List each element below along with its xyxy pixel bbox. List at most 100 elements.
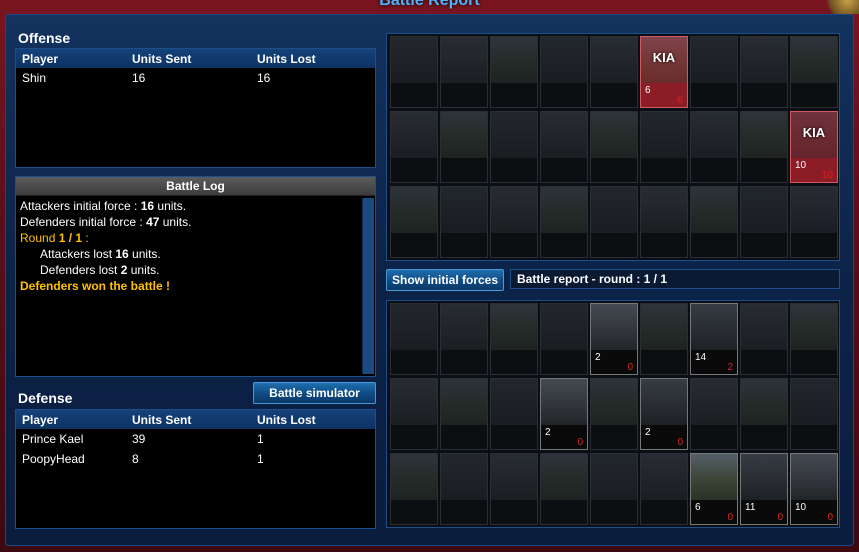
- attacker-unit-cell[interactable]: [540, 186, 588, 258]
- unit-footer: [491, 350, 537, 374]
- attacker-unit-cell[interactable]: [690, 36, 738, 108]
- defender-unit-cell[interactable]: [790, 303, 838, 375]
- attacker-unit-cell[interactable]: KIA 10 10: [790, 111, 838, 183]
- defender-unit-cell[interactable]: [490, 453, 538, 525]
- log-result-line: Defenders won the battle !: [20, 279, 171, 293]
- col-units-sent-header: Units Sent: [132, 412, 192, 427]
- defender-unit-cell[interactable]: [790, 378, 838, 450]
- unit-image: [591, 304, 637, 351]
- battle-simulator-button[interactable]: Battle simulator: [253, 382, 376, 404]
- attacker-unit-cell[interactable]: [640, 111, 688, 183]
- unit-footer: [391, 500, 437, 524]
- table-row[interactable]: Prince Kael 39 1: [16, 429, 375, 449]
- attacker-unit-cell[interactable]: [790, 186, 838, 258]
- attacker-unit-cell[interactable]: KIA 6 6: [640, 36, 688, 108]
- defender-unit-cell[interactable]: [390, 453, 438, 525]
- defender-unit-cell[interactable]: [440, 378, 488, 450]
- attacker-unit-grid: KIA 6 6 KIA 10 10: [386, 33, 840, 261]
- defender-unit-cell[interactable]: [440, 303, 488, 375]
- unit-image: [591, 454, 637, 501]
- battle-log: Battle Log Attackers initial force : 16 …: [15, 176, 376, 377]
- defender-unit-cell[interactable]: [490, 303, 538, 375]
- log-line: Defenders lost 2 units.: [40, 263, 160, 277]
- unit-image: [491, 379, 537, 426]
- attacker-unit-cell[interactable]: [740, 111, 788, 183]
- unit-count: 6: [695, 502, 701, 513]
- defender-unit-cell[interactable]: [390, 303, 438, 375]
- unit-image: [791, 379, 837, 426]
- log-line: Attackers lost 16 units.: [40, 247, 161, 261]
- unit-footer: [691, 158, 737, 182]
- defender-unit-cell[interactable]: [740, 303, 788, 375]
- attacker-unit-cell[interactable]: [390, 186, 438, 258]
- battle-log-scrollbar[interactable]: [362, 198, 374, 374]
- unit-footer: [441, 233, 487, 257]
- unit-footer: [491, 233, 537, 257]
- unit-footer: [641, 500, 687, 524]
- defender-unit-cell[interactable]: 14 2: [690, 303, 738, 375]
- unit-image: [641, 379, 687, 426]
- unit-footer: [791, 233, 837, 257]
- defender-unit-cell[interactable]: [590, 453, 638, 525]
- unit-image: [591, 187, 637, 234]
- attacker-unit-cell[interactable]: [590, 36, 638, 108]
- unit-image: [791, 187, 837, 234]
- log-round-line: Round 1 / 1 :: [20, 231, 89, 245]
- defender-unit-cell[interactable]: [590, 378, 638, 450]
- units-lost: 1: [257, 452, 264, 466]
- defender-unit-cell[interactable]: [640, 303, 688, 375]
- show-initial-forces-button[interactable]: Show initial forces: [386, 269, 504, 291]
- unit-image: [391, 454, 437, 501]
- attacker-unit-cell[interactable]: [390, 111, 438, 183]
- unit-image: [541, 379, 587, 426]
- defender-unit-cell[interactable]: [740, 378, 788, 450]
- defender-unit-cell[interactable]: 20: [640, 378, 688, 450]
- unit-footer: [491, 500, 537, 524]
- defender-unit-cell[interactable]: 11 0: [740, 453, 788, 525]
- unit-count: 10: [795, 502, 807, 513]
- defender-unit-cell[interactable]: 10 0: [790, 453, 838, 525]
- kia-label: KIA: [652, 50, 676, 65]
- attacker-unit-cell[interactable]: [740, 186, 788, 258]
- defender-unit-cell[interactable]: [640, 453, 688, 525]
- attacker-unit-cell[interactable]: [690, 111, 738, 183]
- attacker-unit-cell[interactable]: [790, 36, 838, 108]
- defender-unit-cell[interactable]: 20: [590, 303, 638, 375]
- attacker-unit-cell[interactable]: [740, 36, 788, 108]
- unit-image: [741, 304, 787, 351]
- table-row[interactable]: Shin 16 16: [16, 68, 375, 88]
- defender-unit-cell[interactable]: 60: [690, 453, 738, 525]
- defender-unit-cell[interactable]: [540, 303, 588, 375]
- attacker-unit-cell[interactable]: [440, 186, 488, 258]
- unit-image: [541, 304, 587, 351]
- attacker-unit-cell[interactable]: [590, 186, 638, 258]
- attacker-unit-cell[interactable]: [390, 36, 438, 108]
- unit-image: [441, 37, 487, 84]
- defender-unit-cell[interactable]: [440, 453, 488, 525]
- defender-unit-cell[interactable]: [540, 453, 588, 525]
- attacker-unit-cell[interactable]: [440, 111, 488, 183]
- unit-image: [541, 37, 587, 84]
- defender-unit-cell[interactable]: 20: [540, 378, 588, 450]
- defender-unit-cell[interactable]: [690, 378, 738, 450]
- units-lost: 16: [257, 71, 271, 85]
- table-row[interactable]: PoopyHead 8 1: [16, 449, 375, 469]
- defense-title: Defense: [18, 390, 73, 406]
- attacker-unit-cell[interactable]: [490, 111, 538, 183]
- attacker-unit-cell[interactable]: [540, 111, 588, 183]
- defender-unit-cell[interactable]: [490, 378, 538, 450]
- attacker-unit-cell[interactable]: [490, 36, 538, 108]
- attacker-unit-cell[interactable]: [540, 36, 588, 108]
- unit-footer: [541, 350, 587, 374]
- attacker-unit-cell[interactable]: [690, 186, 738, 258]
- attacker-unit-cell[interactable]: [490, 186, 538, 258]
- unit-image: [591, 37, 637, 84]
- unit-footer: [491, 158, 537, 182]
- player-name: Prince Kael: [22, 432, 84, 446]
- unit-lost-count: 0: [827, 512, 833, 523]
- defender-unit-cell[interactable]: [390, 378, 438, 450]
- attacker-unit-cell[interactable]: [440, 36, 488, 108]
- unit-image: [691, 37, 737, 84]
- attacker-unit-cell[interactable]: [590, 111, 638, 183]
- attacker-unit-cell[interactable]: [640, 186, 688, 258]
